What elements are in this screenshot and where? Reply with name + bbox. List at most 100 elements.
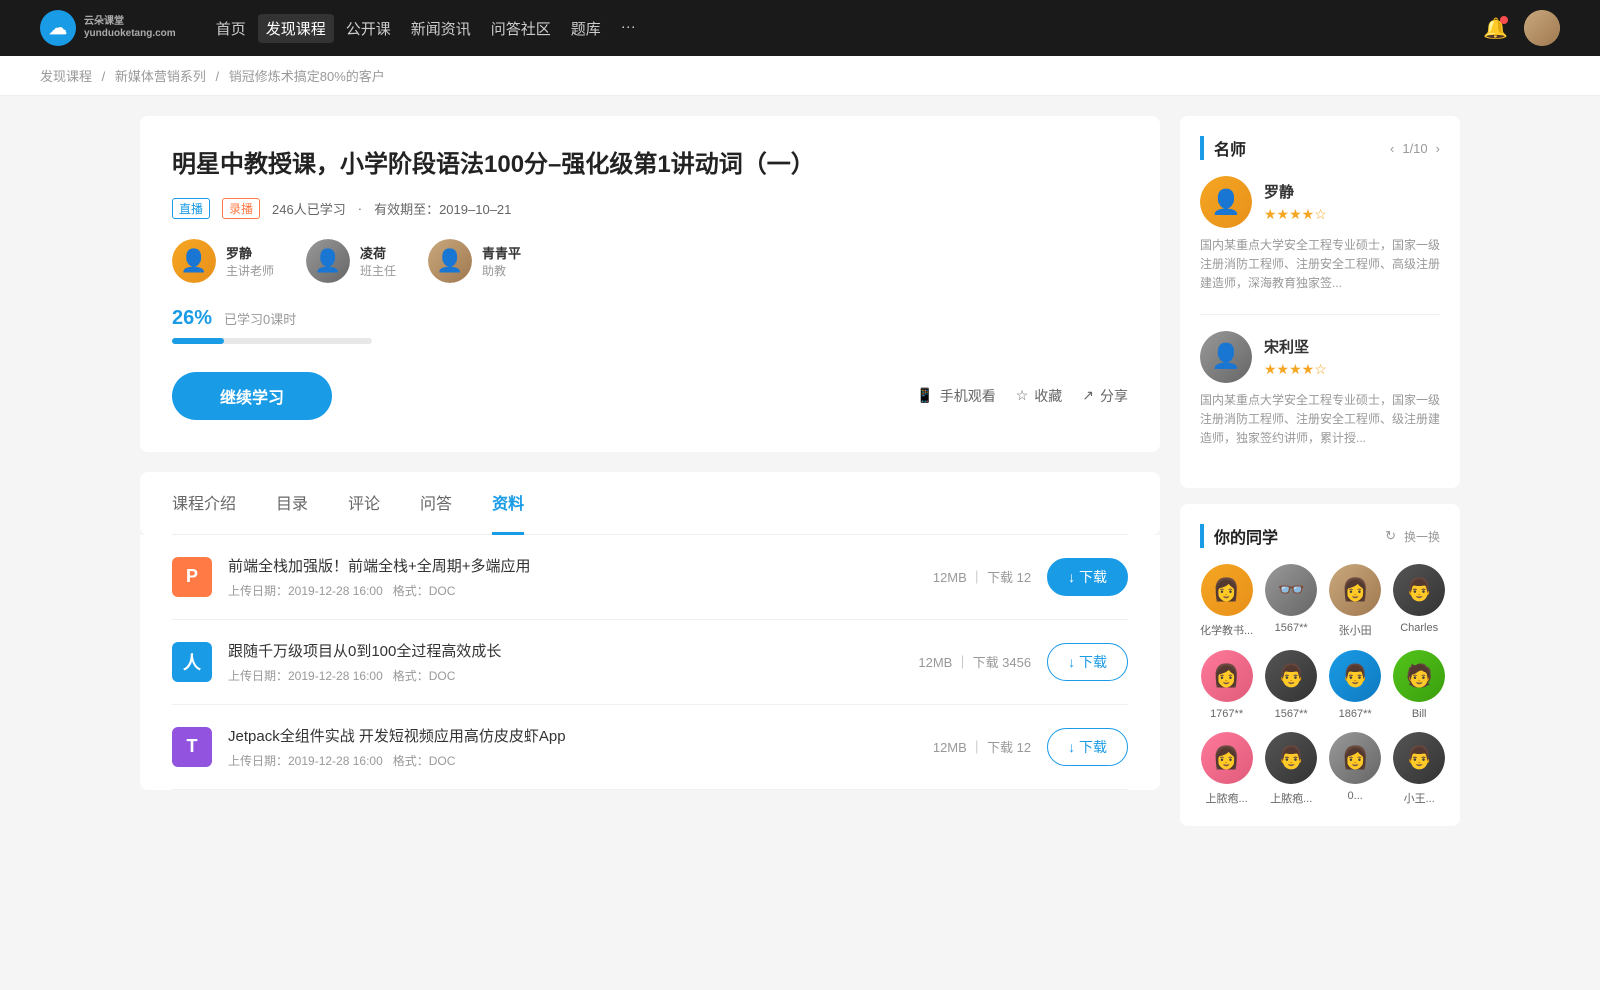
download-button-1[interactable]: ↓ 下载	[1047, 643, 1128, 681]
teacher-info-0: 罗静 主讲老师	[226, 243, 274, 279]
classmate-name-0: 化学教书...	[1200, 622, 1253, 638]
sidebar-classmates-card: 你的同学 ↻ 换一换 👩 化学教书... 👓 1567** 👩 张小田 👨 Ch…	[1180, 504, 1460, 826]
classmate-avatar-2: 👩	[1329, 564, 1381, 616]
classmate-avatar-11: 👨	[1393, 732, 1445, 784]
sidebar-teacher-1: 👤 宋利坚 ★★★★☆ 国内某重点大学安全工程专业硕士，国家一级注册消防工程师、…	[1200, 331, 1440, 449]
logo[interactable]: ☁ 云朵课堂 yunduoketang.com	[40, 10, 176, 46]
tab-课程介绍[interactable]: 课程介绍	[172, 472, 236, 535]
classmate-avatar-6: 👨	[1329, 650, 1381, 702]
teacher-name-0: 罗静	[226, 243, 274, 262]
content-area: 明星中教授课，小学阶段语法100分–强化级第1讲动词（一） 直播 录播 246人…	[140, 116, 1160, 842]
course-header-card: 明星中教授课，小学阶段语法100分–强化级第1讲动词（一） 直播 录播 246人…	[140, 116, 1160, 452]
classmate-avatar-9: 👨	[1265, 732, 1317, 784]
resource-info-1: 跟随千万级项目从0到100全过程高效成长 上传日期：2019-12-28 16:…	[228, 640, 902, 684]
classmate-item-10[interactable]: 👩 0...	[1329, 732, 1381, 806]
nav-item-0[interactable]: 首页	[208, 14, 254, 43]
teachers-pagination: ‹ 1/10 ›	[1390, 141, 1440, 156]
teacher-item-0: 👤 罗静 主讲老师	[172, 239, 274, 283]
progress-bar-background	[172, 338, 372, 344]
resource-icon-0: P	[172, 557, 212, 597]
resource-meta-2: 上传日期：2019-12-28 16:00 格式：DOC	[228, 752, 917, 769]
classmate-avatar-7: 🧑	[1393, 650, 1445, 702]
tab-资料[interactable]: 资料	[492, 472, 524, 535]
classmate-name-5: 1567**	[1265, 708, 1317, 720]
sidebar-teacher-name-1: 宋利坚	[1264, 336, 1327, 357]
user-avatar[interactable]	[1524, 10, 1560, 46]
classmate-avatar-8: 👩	[1201, 732, 1253, 784]
classmate-item-1[interactable]: 👓 1567**	[1265, 564, 1317, 638]
collect-link[interactable]: ☆ 收藏	[1016, 386, 1063, 406]
classmate-item-4[interactable]: 👩 1767**	[1200, 650, 1253, 720]
course-actions: 继续学习 📱 手机观看 ☆ 收藏 ↗ 分享	[172, 372, 1128, 420]
next-page-icon[interactable]: ›	[1436, 141, 1440, 156]
nav-item-5[interactable]: 题库	[563, 14, 609, 43]
nav-item-4[interactable]: 问答社区	[483, 14, 559, 43]
progress-label: 已学习0课时	[224, 309, 296, 328]
mobile-watch-link[interactable]: 📱 手机观看	[916, 386, 995, 406]
classmate-name-1: 1567**	[1265, 622, 1317, 634]
share-link[interactable]: ↗ 分享	[1082, 386, 1128, 406]
tab-评论[interactable]: 评论	[348, 472, 380, 535]
nav-items: 首页发现课程公开课新闻资讯问答社区题库···	[208, 14, 644, 43]
resource-icon-1: 人	[172, 642, 212, 682]
classmate-item-6[interactable]: 👨 1867**	[1329, 650, 1381, 720]
download-button-0[interactable]: ↓ 下载	[1047, 558, 1128, 596]
course-title: 明星中教授课，小学阶段语法100分–强化级第1讲动词（一）	[172, 148, 1128, 182]
main-layout: 明星中教授课，小学阶段语法100分–强化级第1讲动词（一） 直播 录播 246人…	[100, 96, 1500, 862]
logo-main-text: 云朵课堂	[84, 16, 176, 28]
breadcrumb-link-3[interactable]: 销冠修炼术搞定80%的客户	[229, 69, 385, 84]
resource-stats-0: 12MB ｜ 下载 12	[933, 567, 1031, 586]
progress-bar-fill	[172, 338, 224, 344]
classmate-item-7[interactable]: 🧑 Bill	[1393, 650, 1445, 720]
logo-sub-text: yunduoketang.com	[84, 28, 176, 40]
refresh-button[interactable]: 换一换	[1404, 528, 1440, 545]
sidebar-teacher-avatar-1: 👤	[1200, 331, 1252, 383]
tab-目录[interactable]: 目录	[276, 472, 308, 535]
teacher-role-1: 班主任	[360, 262, 396, 279]
teacher-info-1: 凌荷 班主任	[360, 243, 396, 279]
classmate-name-2: 张小田	[1329, 622, 1381, 638]
nav-item-3[interactable]: 新闻资讯	[403, 14, 479, 43]
teachers-section: 👤 罗静 主讲老师 👤 凌荷 班主任 👤 青青平 助教	[172, 239, 1128, 283]
classmate-avatar-0: 👩	[1201, 564, 1253, 616]
tab-问答[interactable]: 问答	[420, 472, 452, 535]
progress-percentage: 26%	[172, 307, 212, 330]
teacher-name-2: 青青平	[482, 243, 521, 262]
classmate-avatar-3: 👨	[1393, 564, 1445, 616]
logo-text: 云朵课堂 yunduoketang.com	[84, 16, 176, 40]
classmate-name-3: Charles	[1393, 622, 1445, 634]
breadcrumb-link-2[interactable]: 新媒体营销系列	[115, 69, 206, 84]
course-meta: 直播 录播 246人已学习 · 有效期至：2019–10–21	[172, 198, 1128, 219]
classmate-name-11: 小王...	[1393, 790, 1445, 806]
sidebar-teacher-desc-1: 国内某重点大学安全工程专业硕士，国家一级注册消防工程师、注册安全工程师、级注册建…	[1200, 391, 1440, 449]
classmate-item-2[interactable]: 👩 张小田	[1329, 564, 1381, 638]
resource-info-2: Jetpack全组件实战 开发短视频应用高仿皮皮虾App 上传日期：2019-1…	[228, 725, 917, 769]
sidebar-teacher-avatar-0: 👤	[1200, 176, 1252, 228]
prev-page-icon[interactable]: ‹	[1390, 141, 1394, 156]
classmate-item-3[interactable]: 👨 Charles	[1393, 564, 1445, 638]
resource-info-0: 前端全栈加强版！前端全栈+全周期+多端应用 上传日期：2019-12-28 16…	[228, 555, 917, 599]
teacher-role-2: 助教	[482, 262, 521, 279]
classmate-item-0[interactable]: 👩 化学教书...	[1200, 564, 1253, 638]
classmate-item-11[interactable]: 👨 小王...	[1393, 732, 1445, 806]
tabs-nav: 课程介绍目录评论问答资料	[172, 472, 1128, 535]
sidebar-teachers-title: 名师 ‹ 1/10 ›	[1200, 136, 1440, 160]
nav-item-1[interactable]: 发现课程	[258, 14, 334, 43]
continue-button[interactable]: 继续学习	[172, 372, 332, 420]
teacher-info-2: 青青平 助教	[482, 243, 521, 279]
resource-list: P 前端全栈加强版！前端全栈+全周期+多端应用 上传日期：2019-12-28 …	[140, 535, 1160, 790]
sidebar-teacher-info-0: 罗静 ★★★★☆	[1264, 181, 1327, 223]
classmate-item-8[interactable]: 👩 上脓疱...	[1200, 732, 1253, 806]
classmate-name-7: Bill	[1393, 708, 1445, 720]
sidebar-teacher-header-1: 👤 宋利坚 ★★★★☆	[1200, 331, 1440, 383]
classmate-item-9[interactable]: 👨 上脓疱...	[1265, 732, 1317, 806]
breadcrumb-link-1[interactable]: 发现课程	[40, 69, 92, 84]
download-button-2[interactable]: ↓ 下载	[1047, 728, 1128, 766]
bell-icon[interactable]: 🔔	[1483, 16, 1508, 41]
nav-item-6[interactable]: ···	[613, 14, 644, 43]
tabs-resources-container: 课程介绍目录评论问答资料 P 前端全栈加强版！前端全栈+全周期+多端应用 上传日…	[140, 472, 1160, 790]
sidebar-teacher-stars-0: ★★★★☆	[1264, 206, 1327, 223]
classmate-name-8: 上脓疱...	[1200, 790, 1253, 806]
classmate-item-5[interactable]: 👨 1567**	[1265, 650, 1317, 720]
nav-item-2[interactable]: 公开课	[338, 14, 399, 43]
